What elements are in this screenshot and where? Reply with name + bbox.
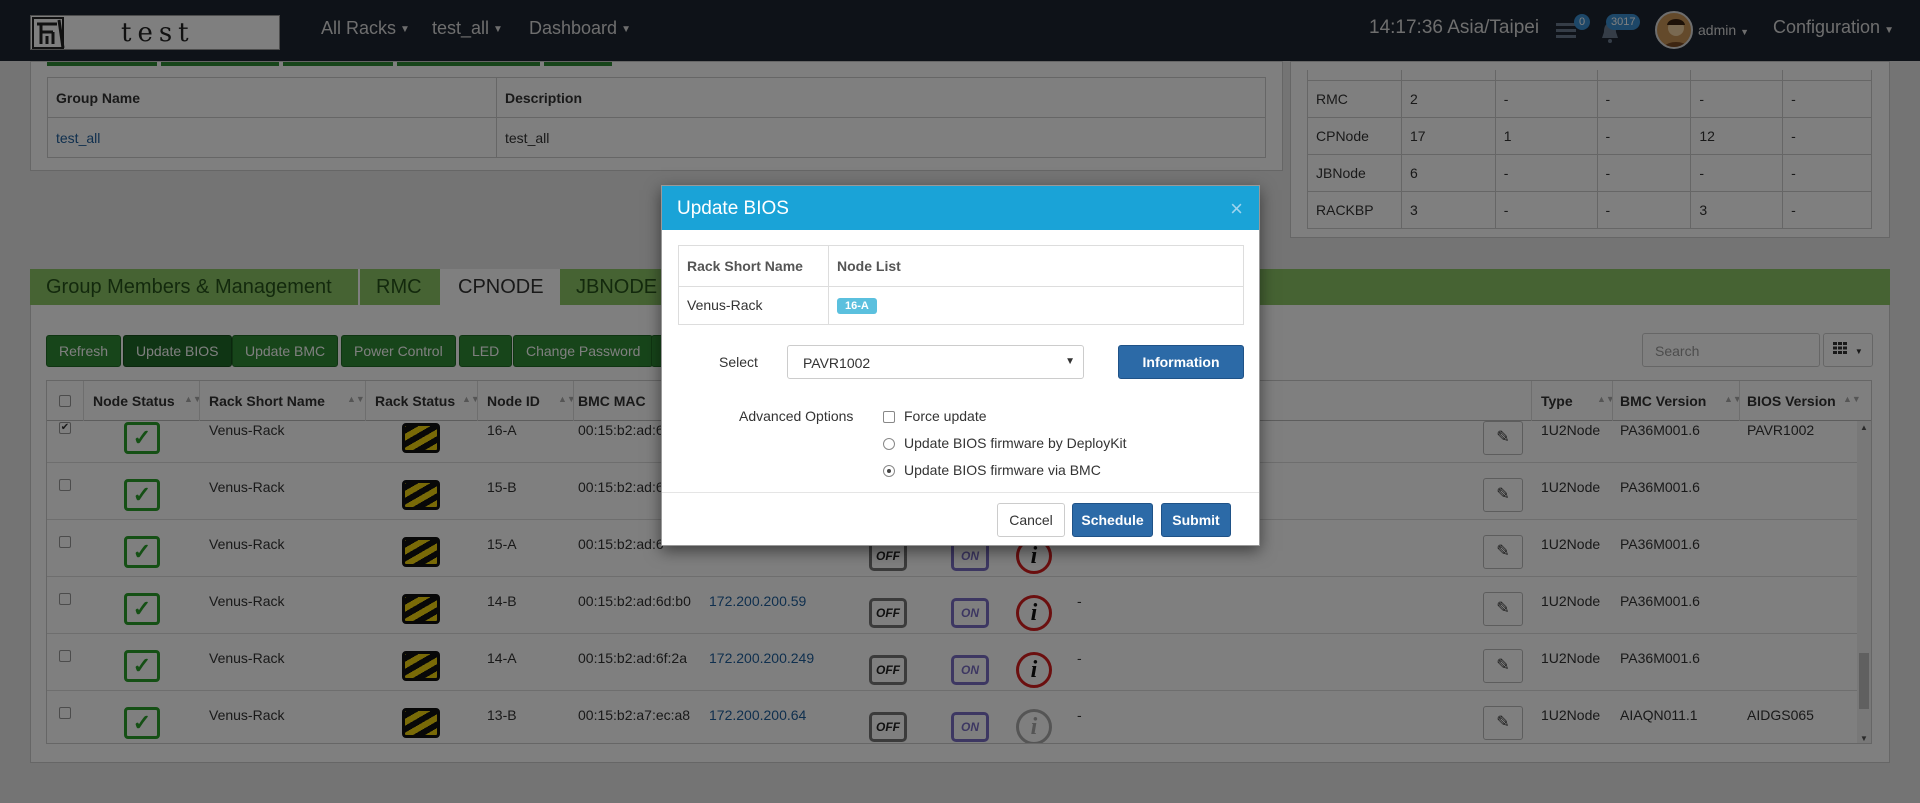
advanced-options-label: Advanced Options bbox=[739, 408, 854, 424]
schedule-button[interactable]: Schedule bbox=[1072, 503, 1153, 537]
deploykit-radio[interactable] bbox=[883, 438, 895, 450]
modal-title: Update BIOS bbox=[677, 198, 789, 219]
modal-rack-name: Venus-Rack bbox=[678, 285, 829, 325]
selected-nodes-table: Rack Short Name Node List Venus-Rack 16-A bbox=[678, 245, 1244, 325]
bios-version-select[interactable]: PAVR1002 ▼ bbox=[787, 345, 1084, 379]
col-node-list: Node List bbox=[828, 245, 1244, 287]
submit-button[interactable]: Submit bbox=[1161, 503, 1231, 537]
bios-version-value: PAVR1002 bbox=[803, 355, 871, 371]
modal-footer-divider bbox=[662, 492, 1259, 493]
information-button[interactable]: Information bbox=[1118, 345, 1244, 379]
deploykit-label: Update BIOS firmware by DeployKit bbox=[904, 435, 1127, 451]
caret-down-icon: ▼ bbox=[1065, 356, 1075, 367]
cancel-button[interactable]: Cancel bbox=[997, 503, 1065, 537]
force-update-checkbox[interactable] bbox=[883, 411, 895, 423]
modal-header: Update BIOS × bbox=[662, 186, 1259, 230]
force-update-label: Force update bbox=[904, 408, 987, 424]
deploykit-option[interactable]: Update BIOS firmware by DeployKit bbox=[883, 435, 1127, 451]
col-rack-short-name: Rack Short Name bbox=[678, 245, 829, 287]
select-label: Select bbox=[719, 354, 758, 370]
via-bmc-option[interactable]: Update BIOS firmware via BMC bbox=[883, 462, 1101, 478]
force-update-option[interactable]: Force update bbox=[883, 408, 987, 424]
close-icon[interactable]: × bbox=[1230, 196, 1243, 222]
via-bmc-radio[interactable] bbox=[883, 465, 895, 477]
node-badge: 16-A bbox=[837, 298, 877, 315]
update-bios-modal: Update BIOS × Rack Short Name Node List V… bbox=[661, 185, 1260, 546]
via-bmc-label: Update BIOS firmware via BMC bbox=[904, 462, 1101, 478]
